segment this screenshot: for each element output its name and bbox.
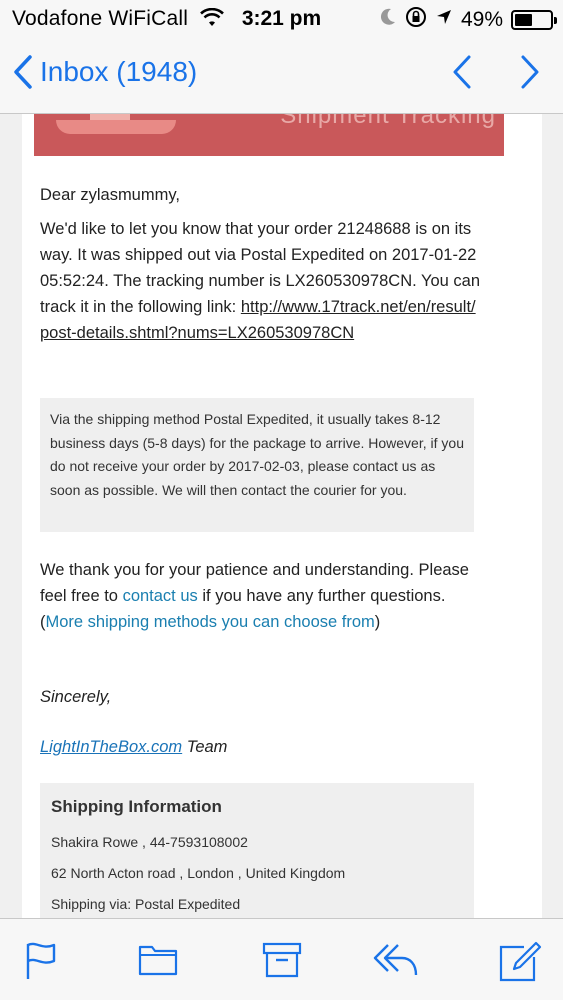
folder-icon [138, 945, 178, 976]
previous-message-button[interactable] [451, 54, 473, 90]
reply-icon [373, 944, 418, 976]
company-link[interactable]: LightInTheBox.com [40, 738, 182, 756]
location-arrow-icon [435, 8, 453, 32]
carrier-label: Vodafone WiFiCall [12, 7, 189, 30]
shipping-methods-link[interactable]: More shipping methods you can choose fro… [46, 613, 375, 631]
shipping-contact: Shakira Rowe , 44-7593108002 [51, 834, 248, 850]
status-bar: Vodafone WiFiCall 3:21 pm 49% [0, 0, 563, 38]
chevron-left-icon [14, 55, 32, 89]
shipping-info-box: Shipping Information Shakira Rowe , 44-7… [40, 783, 474, 918]
chevron-up-icon [453, 55, 471, 89]
greeting: Dear zylasmummy, [40, 186, 180, 204]
contact-us-link[interactable]: contact us [123, 587, 198, 605]
archive-icon [262, 942, 302, 978]
archive-button[interactable] [262, 941, 302, 979]
sign-off: Sincerely, [40, 688, 112, 706]
ship-illustration [56, 114, 176, 134]
bottom-toolbar [0, 918, 563, 1000]
compose-icon [499, 941, 542, 982]
moon-icon [379, 7, 397, 33]
battery-percent: 49% [460, 8, 503, 31]
team-suffix: Team [182, 738, 228, 756]
delivery-notice: Via the shipping method Postal Expedited… [40, 398, 474, 532]
thanks-text-3: ) [374, 613, 381, 631]
chevron-down-icon [521, 55, 539, 89]
flag-icon [26, 942, 56, 979]
email-content[interactable]: Shipment Tracking Dear zylasmummy, We'd … [0, 114, 563, 918]
order-message: We'd like to let you know that your orde… [40, 216, 480, 346]
back-to-inbox-button[interactable]: Inbox (1948) [12, 54, 197, 90]
wifi-icon [200, 7, 224, 34]
shipping-address: 62 North Acton road , London , United Ki… [51, 865, 346, 881]
status-right: 49% [379, 6, 557, 34]
shipping-via: Shipping via: Postal Expedited [51, 896, 241, 912]
next-message-button[interactable] [519, 54, 541, 90]
reply-button[interactable] [372, 941, 420, 979]
banner-text: Shipment Tracking [280, 114, 496, 129]
email-card: Shipment Tracking Dear zylasmummy, We'd … [22, 114, 542, 918]
message-navigation [451, 54, 541, 90]
thanks-message: We thank you for your patience and under… [40, 557, 480, 635]
signature: LightInTheBox.com Team [40, 734, 480, 760]
flag-button[interactable] [24, 941, 58, 981]
battery-fill [515, 14, 532, 26]
back-label: Inbox (1948) [40, 56, 198, 87]
compose-button[interactable] [498, 941, 542, 983]
shipping-info-title: Shipping Information [51, 797, 222, 816]
move-to-folder-button[interactable] [138, 941, 178, 977]
email-banner: Shipment Tracking [34, 114, 504, 156]
nav-bar: Inbox (1948) [0, 38, 563, 114]
rotation-lock-icon [405, 6, 427, 34]
battery-icon [511, 10, 557, 30]
